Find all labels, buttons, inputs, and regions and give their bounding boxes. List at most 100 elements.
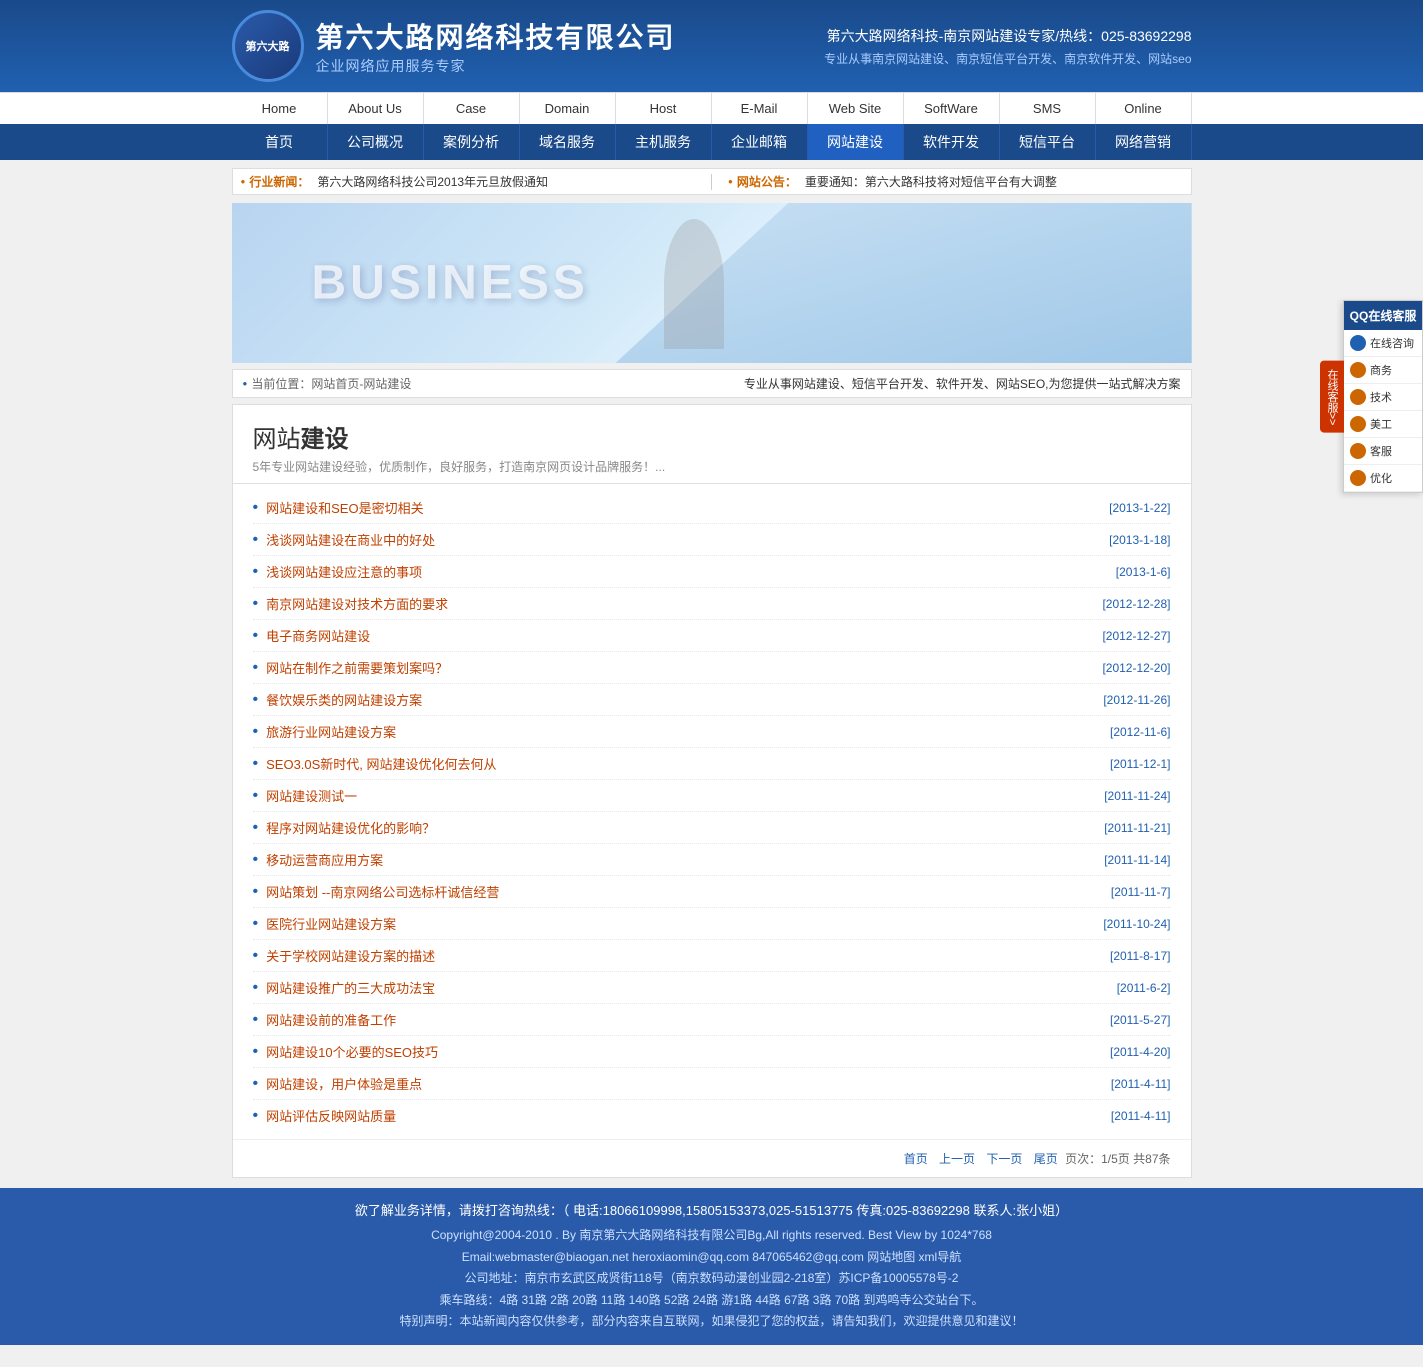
website-text[interactable]: 重要通知：第六大路科技将对短信平台有大调整 [805,173,1183,190]
nav-top-item-domain[interactable]: Domain [520,93,616,124]
list-item: •网站建设测试一[2011-11-24] [253,780,1171,812]
article-bullet-icon: • [253,819,259,837]
article-date: [2011-4-20] [1110,1045,1171,1059]
article-date: [2011-11-21] [1104,821,1170,835]
sidebar-qq-item[interactable]: 优化 [1344,465,1422,492]
article-title[interactable]: 网站建设推广的三大成功法宝 [266,978,435,997]
sidebar-qq-label: 在线咨询 [1370,335,1414,351]
list-item: • 餐饮娱乐类的网站建设方案 [2012-11-26] [253,684,1171,716]
sidebar-qq-item[interactable]: 在线咨询 [1344,330,1422,357]
footer-bus: 乘车路线：4路 31路 2路 20路 11路 140路 52路 24路 游1路 … [0,1290,1423,1312]
nav-bottom-item-sms[interactable]: 短信平台 [1000,124,1096,160]
article-title[interactable]: 电子商务网站建设 [266,626,370,645]
article-date: [2011-11-24] [1104,789,1170,803]
sidebar-qq-items: 在线咨询商务技术美工客服优化 [1344,330,1422,492]
qq-icon [1350,416,1366,432]
nav-bottom-item-website[interactable]: 网站建设 [808,124,904,160]
nav-top-item-home[interactable]: Home [232,93,328,124]
article-date: [2012-12-20] [1102,661,1170,675]
industry-label: 行业新闻： [241,173,310,190]
article-title[interactable]: 网站建设前的准备工作 [266,1010,396,1029]
article-title[interactable]: 网站建设测试一 [266,786,357,805]
list-item: •网站在制作之前需要策划案吗？[2012-12-20] [253,652,1171,684]
nav-bottom-item-email[interactable]: 企业邮箱 [712,124,808,160]
article-title[interactable]: 网站建设，用户体验是重点 [266,1074,422,1093]
article-title[interactable]: 餐饮娱乐类的网站建设方案 [266,690,422,709]
banner-figure [664,219,724,349]
qq-icon [1350,335,1366,351]
sidebar-tab[interactable]: 在线客服>> [1320,360,1344,433]
nav-top-item-sms[interactable]: SMS [1000,93,1096,124]
nav-top-item-host[interactable]: Host [616,93,712,124]
list-item: •网站建设10个必要的SEO技巧[2011-4-20] [253,1036,1171,1068]
article-title[interactable]: 移动运营商应用方案 [266,850,383,869]
nav-bottom-item-cases[interactable]: 案例分析 [424,124,520,160]
sidebar-qq-item[interactable]: 美工 [1344,411,1422,438]
list-item: •浅谈网站建设应注意的事项[2013-1-6] [253,556,1171,588]
sidebar-qq-label: 优化 [1370,470,1392,486]
pagination-next[interactable]: 下一页 [986,1152,1022,1166]
article-date: [2013-1-6] [1116,565,1171,579]
nav-top: HomeAbout UsCaseDomainHostE-MailWeb Site… [0,92,1423,124]
pagination: 首页 上一页 下一页 尾页 页次：1/5页 共87条 [233,1139,1191,1177]
article-date: [2011-11-7] [1111,885,1171,899]
nav-bottom-item-domain[interactable]: 域名服务 [520,124,616,160]
article-title[interactable]: 网站策划 --南京网络公司选标杆诚信经营 [266,882,499,901]
list-item: •SEO3.0S新时代, 网站建设优化何去何从[2011-12-1] [253,748,1171,780]
sidebar-qq-item[interactable]: 技术 [1344,384,1422,411]
article-date: [2012-11-6] [1110,725,1171,739]
article-bullet-icon: • [253,723,259,741]
nav-bottom-item-software[interactable]: 软件开发 [904,124,1000,160]
nav-top-item-email[interactable]: E-Mail [712,93,808,124]
article-date: [2011-6-2] [1117,981,1171,995]
sidebar-qq-item[interactable]: 商务 [1344,357,1422,384]
article-title[interactable]: 网站在制作之前需要策划案吗？ [266,658,448,677]
list-item: •网站建设前的准备工作[2011-5-27] [253,1004,1171,1036]
nav-bottom-item-index[interactable]: 首页 [232,124,328,160]
logo-area: 第六大路 第六大路网络科技有限公司 企业网络应用服务专家 [232,10,676,82]
article-title[interactable]: 旅游行业网站建设方案 [266,722,396,741]
article-date: [2011-10-24] [1103,917,1170,931]
nav-top-item-about[interactable]: About Us [328,93,424,124]
sidebar-qq-item[interactable]: 客服 [1344,438,1422,465]
ticker-divider [711,174,712,190]
article-title[interactable]: 网站建设10个必要的SEO技巧 [266,1042,438,1061]
nav-top-item-online[interactable]: Online [1096,93,1192,124]
sidebar-qq-label: 客服 [1370,443,1392,459]
nav-bottom-item-host[interactable]: 主机服务 [616,124,712,160]
article-title[interactable]: 网站评估反映网站质量 [266,1106,396,1125]
article-title[interactable]: 关于学校网站建设方案的描述 [266,946,435,965]
article-bullet-icon: • [253,883,259,901]
list-item: • 程序对网站建设优化的影响？ [2011-11-21] [253,812,1171,844]
article-title[interactable]: 浅谈网站建设应注意的事项 [266,562,422,581]
list-item: •网站评估反映网站质量[2011-4-11] [253,1100,1171,1131]
article-title[interactable]: 医院行业网站建设方案 [266,914,396,933]
list-item: •网站建设和SEO是密切相关[2013-1-22] [253,492,1171,524]
article-bullet-icon: • [253,499,259,517]
content-subtitle: 5年专业网站建设经验，优质制作，良好服务，打造南京网页设计品牌服务！... [253,458,1171,475]
article-title[interactable]: 南京网站建设对技术方面的要求 [266,594,448,613]
article-title[interactable]: 浅谈网站建设在商业中的好处 [266,530,435,549]
article-title[interactable]: SEO3.0S新时代, 网站建设优化何去何从 [266,754,496,773]
footer: 欲了解业务详情，请拨打咨询热线：（ 电话:18066109998,1580515… [0,1188,1423,1345]
pagination-first[interactable]: 首页 [904,1152,928,1166]
nav-bottom-item-company[interactable]: 公司概况 [328,124,424,160]
footer-disclaimer: 特别声明：本站新闻内容仅供参考，部分内容来自互联网，如果侵犯了您的权益，请告知我… [0,1311,1423,1333]
nav-top-item-software[interactable]: SoftWare [904,93,1000,124]
website-label: 网站公告： [728,173,797,190]
pagination-last[interactable]: 尾页 [1034,1152,1058,1166]
pagination-prev[interactable]: 上一页 [939,1152,975,1166]
footer-copyright: Copyright@2004-2010 . By 南京第六大路网络科技有限公司B… [0,1225,1423,1247]
nav-bottom-item-marketing[interactable]: 网络营销 [1096,124,1192,160]
nav-top-item-case[interactable]: Case [424,93,520,124]
article-title[interactable]: 程序对网站建设优化的影响？ [266,818,435,837]
content-area: 网站建设 5年专业网站建设经验，优质制作，良好服务，打造南京网页设计品牌服务！.… [232,404,1192,1178]
article-date: [2011-4-11] [1111,1077,1171,1091]
article-date: [2012-11-26] [1103,693,1170,707]
breadcrumb: 当前位置：网站首页-网站建设 [243,375,412,392]
article-title[interactable]: 网站建设和SEO是密切相关 [266,498,423,517]
hotline: 第六大路网络科技-南京网站建设专家/热线：025-83692298 [824,26,1191,46]
nav-top-item-website[interactable]: Web Site [808,93,904,124]
article-bullet-icon: • [253,691,259,709]
industry-text[interactable]: 第六大路网络科技公司2013年元旦放假通知 [317,173,695,190]
